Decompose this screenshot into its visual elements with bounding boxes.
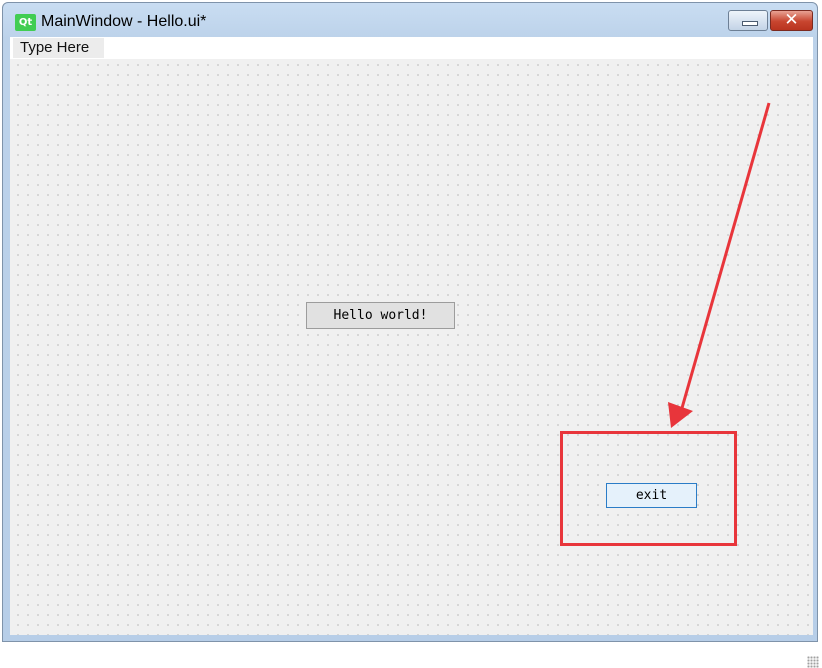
title-bar[interactable]: Qt MainWindow - Hello.ui* ✕	[3, 3, 817, 39]
menu-type-here[interactable]: Type Here	[13, 38, 104, 58]
annotation-highlight-box	[560, 431, 737, 546]
minimize-button[interactable]	[728, 10, 768, 31]
qt-logo-icon: Qt	[15, 14, 36, 31]
close-button[interactable]: ✕	[770, 10, 813, 31]
close-icon: ✕	[784, 10, 799, 30]
resize-grip[interactable]	[807, 656, 819, 668]
main-window: Qt MainWindow - Hello.ui* ✕ Type Here He…	[2, 2, 819, 668]
menu-bar: Type Here	[10, 37, 813, 59]
hello-world-button[interactable]: Hello world!	[306, 302, 455, 329]
minimize-icon	[742, 21, 758, 26]
window-title: MainWindow - Hello.ui*	[41, 13, 207, 30]
